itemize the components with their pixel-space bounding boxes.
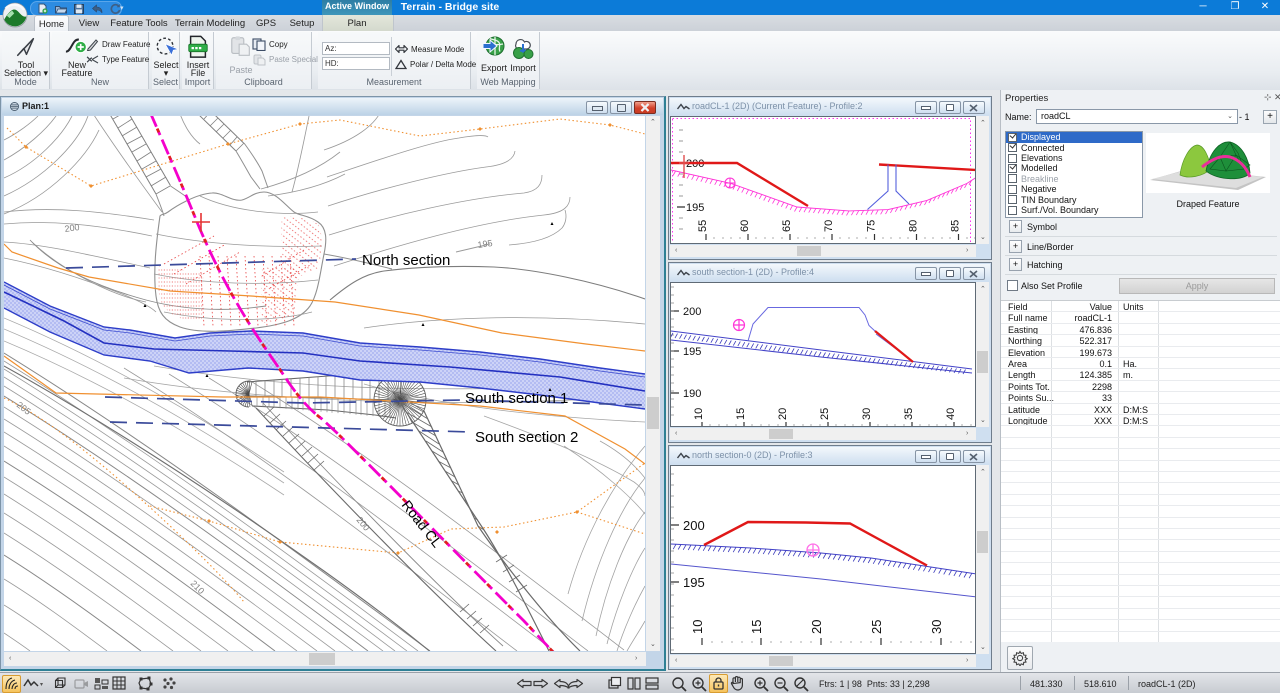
- svg-text:10: 10: [690, 620, 705, 634]
- svg-text:195: 195: [477, 238, 493, 250]
- svg-text:75: 75: [866, 220, 878, 232]
- svg-text:15: 15: [749, 620, 764, 634]
- svg-text:210: 210: [189, 578, 207, 596]
- svg-text:85: 85: [950, 220, 962, 232]
- svg-text:80: 80: [908, 220, 920, 232]
- svg-text:40: 40: [945, 408, 957, 420]
- svg-text:65: 65: [781, 220, 793, 232]
- svg-text:200: 200: [354, 515, 371, 533]
- svg-text:195: 195: [683, 575, 705, 590]
- svg-text:10: 10: [693, 408, 705, 420]
- svg-text:20: 20: [777, 408, 789, 420]
- svg-text:Road CL: Road CL: [399, 497, 446, 551]
- svg-text:60: 60: [739, 220, 751, 232]
- svg-text:200: 200: [683, 518, 705, 533]
- svg-text:30: 30: [929, 620, 944, 634]
- svg-text:South section 1: South section 1: [465, 390, 568, 407]
- svg-text:15: 15: [735, 408, 747, 420]
- svg-text:200: 200: [683, 306, 701, 318]
- svg-text:70: 70: [823, 220, 835, 232]
- svg-text:North section: North section: [362, 252, 450, 269]
- svg-text:190: 190: [683, 388, 701, 400]
- svg-text:55: 55: [697, 220, 709, 232]
- svg-text:195: 195: [686, 202, 704, 214]
- svg-text:South section 2: South section 2: [475, 429, 578, 446]
- svg-text:20: 20: [809, 620, 824, 634]
- svg-text:30: 30: [861, 408, 873, 420]
- svg-text:25: 25: [819, 408, 831, 420]
- svg-text:35: 35: [903, 408, 915, 420]
- svg-text:25: 25: [869, 620, 884, 634]
- svg-text:195: 195: [683, 346, 701, 358]
- svg-text:200: 200: [64, 222, 80, 234]
